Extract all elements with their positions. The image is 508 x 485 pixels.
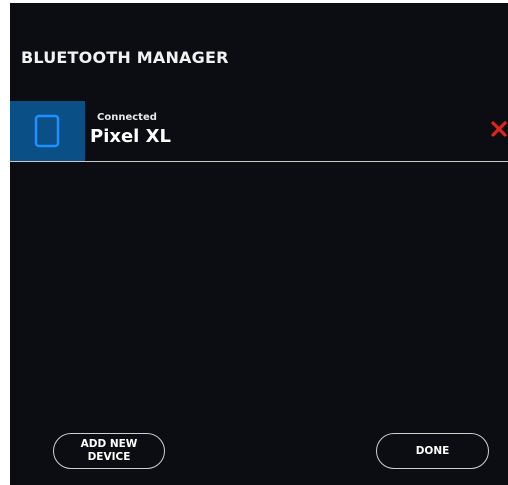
remove-device-button[interactable]	[490, 117, 508, 141]
add-new-device-button[interactable]: ADD NEW DEVICE	[53, 433, 165, 469]
device-status: Connected	[97, 112, 157, 123]
device-row[interactable]: Connected Pixel XL	[10, 101, 508, 162]
device-icon-container	[10, 101, 85, 161]
done-button[interactable]: DONE	[376, 433, 489, 469]
dialog-title: BLUETOOTH MANAGER	[21, 48, 229, 67]
close-icon[interactable]	[490, 117, 508, 141]
tablet-icon	[34, 114, 60, 148]
bluetooth-manager-dialog: BLUETOOTH MANAGER Connected Pixel XL ADD…	[10, 3, 508, 485]
device-name: Pixel XL	[90, 126, 171, 147]
